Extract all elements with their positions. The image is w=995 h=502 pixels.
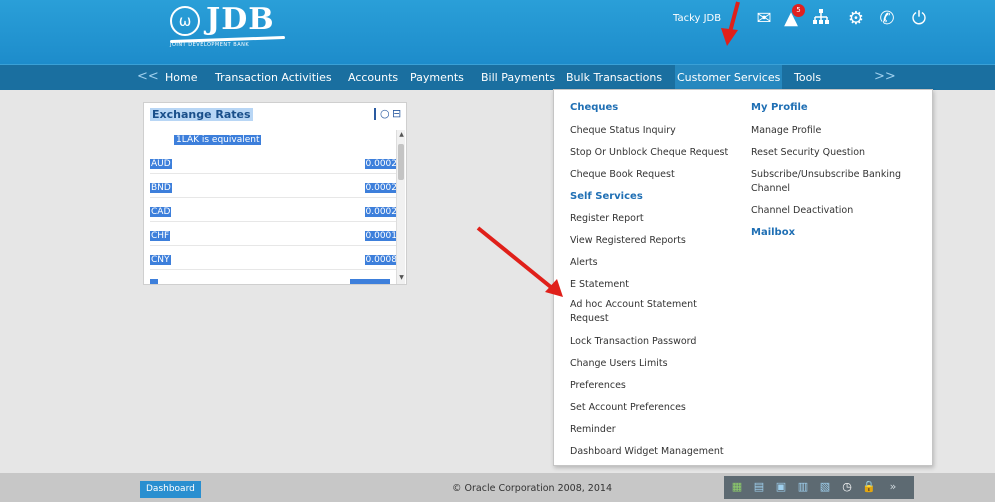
table-row: CAD 0.0002: [150, 206, 398, 222]
app-footer: Dashboard © Oracle Corporation 2008, 201…: [0, 473, 995, 502]
currency-code: CAD: [150, 207, 172, 217]
menu-item-cheque-status-inquiry[interactable]: Cheque Status Inquiry: [570, 125, 676, 136]
lock-icon[interactable]: 🔒: [862, 480, 876, 494]
next-row-hint: [150, 279, 158, 284]
scroll-up-icon[interactable]: ▲: [398, 131, 405, 138]
menu-item-reminder[interactable]: Reminder: [570, 424, 616, 435]
next-row-hint: [350, 279, 390, 284]
quick-link-statement-icon[interactable]: ▣: [774, 480, 788, 494]
currency-value: 0.0008: [364, 255, 398, 265]
quick-link-transfer-icon[interactable]: ▤: [752, 480, 766, 494]
currency-code: CNY: [150, 255, 171, 265]
quick-link-account-icon[interactable]: ▧: [818, 480, 832, 494]
nav-next-arrow[interactable]: >>: [874, 65, 896, 91]
nav-accounts[interactable]: Accounts: [348, 65, 398, 91]
menu-item-cheque-book-request[interactable]: Cheque Book Request: [570, 169, 675, 180]
widget-divider: [374, 108, 377, 120]
brand-subtitle: JOINT DEVELOPMENT BANK: [170, 42, 250, 48]
exchange-rates-widget: Exchange Rates ○ ⊟ 1LAK is equivalent AU…: [143, 102, 407, 285]
table-row: CNY 0.0008: [150, 254, 398, 270]
copyright-text: © Oracle Corporation 2008, 2014: [452, 483, 612, 494]
menu-item-adhoc-statement-line2[interactable]: Request: [570, 313, 609, 324]
nav-prev-arrow[interactable]: <<: [137, 65, 159, 91]
notification-badge: 5: [792, 4, 805, 17]
widget-scrollbar[interactable]: ▲ ▼: [396, 130, 405, 284]
menu-item-channel-deactivation[interactable]: Channel Deactivation: [751, 205, 853, 216]
menu-heading-cheques: Cheques: [570, 102, 619, 113]
menu-item-alerts[interactable]: Alerts: [570, 257, 598, 268]
menu-heading-mailbox[interactable]: Mailbox: [751, 227, 795, 238]
table-row: BND 0.0002: [150, 182, 398, 198]
currency-value: 0.0002: [364, 183, 398, 193]
nav-tools[interactable]: Tools: [794, 65, 821, 91]
menu-heading-my-profile: My Profile: [751, 102, 808, 113]
quick-links-tray: ▦ ▤ ▣ ▥ ▧ ◷ 🔒 »: [724, 476, 914, 499]
gear-icon[interactable]: ⚙: [845, 8, 867, 30]
phone-icon[interactable]: ✆: [876, 8, 898, 30]
menu-item-adhoc-statement[interactable]: Ad hoc Account Statement: [570, 299, 697, 310]
power-icon[interactable]: ⏻: [908, 8, 930, 30]
menu-item-view-registered-reports[interactable]: View Registered Reports: [570, 235, 686, 246]
menu-item-preferences[interactable]: Preferences: [570, 380, 626, 391]
clock-icon[interactable]: ◷: [840, 480, 854, 494]
logo-mark-icon: ω: [170, 6, 200, 36]
widget-refresh-icon[interactable]: ○: [380, 108, 390, 120]
nav-payments[interactable]: Payments: [410, 65, 464, 91]
menu-item-stop-unblock-cheque[interactable]: Stop Or Unblock Cheque Request: [570, 147, 728, 158]
brand-name: JDB: [206, 2, 275, 37]
quick-link-payment-icon[interactable]: ▥: [796, 480, 810, 494]
table-row: AUD 0.0002: [150, 158, 398, 174]
currency-value: 0.0002: [364, 207, 398, 217]
nav-customer-services[interactable]: Customer Services: [675, 65, 783, 91]
menu-item-subscribe-banking-channel-line2[interactable]: Channel: [751, 183, 790, 194]
menu-item-set-account-preferences[interactable]: Set Account Preferences: [570, 402, 686, 413]
widget-title: Exchange Rates: [150, 108, 253, 121]
user-name[interactable]: Tacky JDB: [673, 13, 721, 24]
menu-item-lock-transaction-password[interactable]: Lock Transaction Password: [570, 336, 696, 347]
expand-tray-icon[interactable]: »: [886, 480, 900, 494]
menu-item-dashboard-widget-management[interactable]: Dashboard Widget Management: [570, 446, 724, 457]
nav-bulk-transactions[interactable]: Bulk Transactions: [566, 65, 662, 91]
menu-heading-self-services: Self Services: [570, 191, 643, 202]
scroll-down-icon[interactable]: ▼: [398, 274, 405, 281]
menu-item-change-users-limits[interactable]: Change Users Limits: [570, 358, 668, 369]
table-row: CHF 0.0001: [150, 230, 398, 246]
widget-minimize-icon[interactable]: ⊟: [392, 108, 402, 120]
nav-bill-payments[interactable]: Bill Payments: [481, 65, 555, 91]
app-header: ω JDB JOINT DEVELOPMENT BANK Tacky JDB ✉…: [0, 0, 995, 64]
sitemap-icon[interactable]: [810, 8, 832, 30]
menu-item-register-report[interactable]: Register Report: [570, 213, 644, 224]
nav-transaction-activities[interactable]: Transaction Activities: [215, 65, 332, 91]
menu-item-e-statement[interactable]: E Statement: [570, 279, 629, 290]
currency-code: AUD: [150, 159, 172, 169]
quick-link-chart-icon[interactable]: ▦: [730, 480, 744, 494]
mail-icon[interactable]: ✉: [753, 8, 775, 30]
currency-value: 0.0002: [364, 159, 398, 169]
nav-home[interactable]: Home: [165, 65, 197, 91]
currency-code: BND: [150, 183, 172, 193]
main-nav: << Home Transaction Activities Accounts …: [0, 64, 995, 91]
menu-item-reset-security-question[interactable]: Reset Security Question: [751, 147, 865, 158]
currency-value: 0.0001: [364, 231, 398, 241]
customer-services-menu: Cheques Cheque Status Inquiry Stop Or Un…: [553, 89, 933, 466]
sitemap-icon-svg: [813, 9, 829, 24]
currency-code: CHF: [150, 231, 171, 241]
menu-item-subscribe-banking-channel[interactable]: Subscribe/Unsubscribe Banking: [751, 169, 901, 180]
scroll-thumb[interactable]: [398, 144, 404, 180]
arrow-to-adhoc-statement: [476, 226, 554, 290]
menu-item-manage-profile[interactable]: Manage Profile: [751, 125, 821, 136]
widget-equivalent-label: 1LAK is equivalent: [174, 135, 262, 145]
dashboard-button[interactable]: Dashboard: [140, 481, 201, 498]
